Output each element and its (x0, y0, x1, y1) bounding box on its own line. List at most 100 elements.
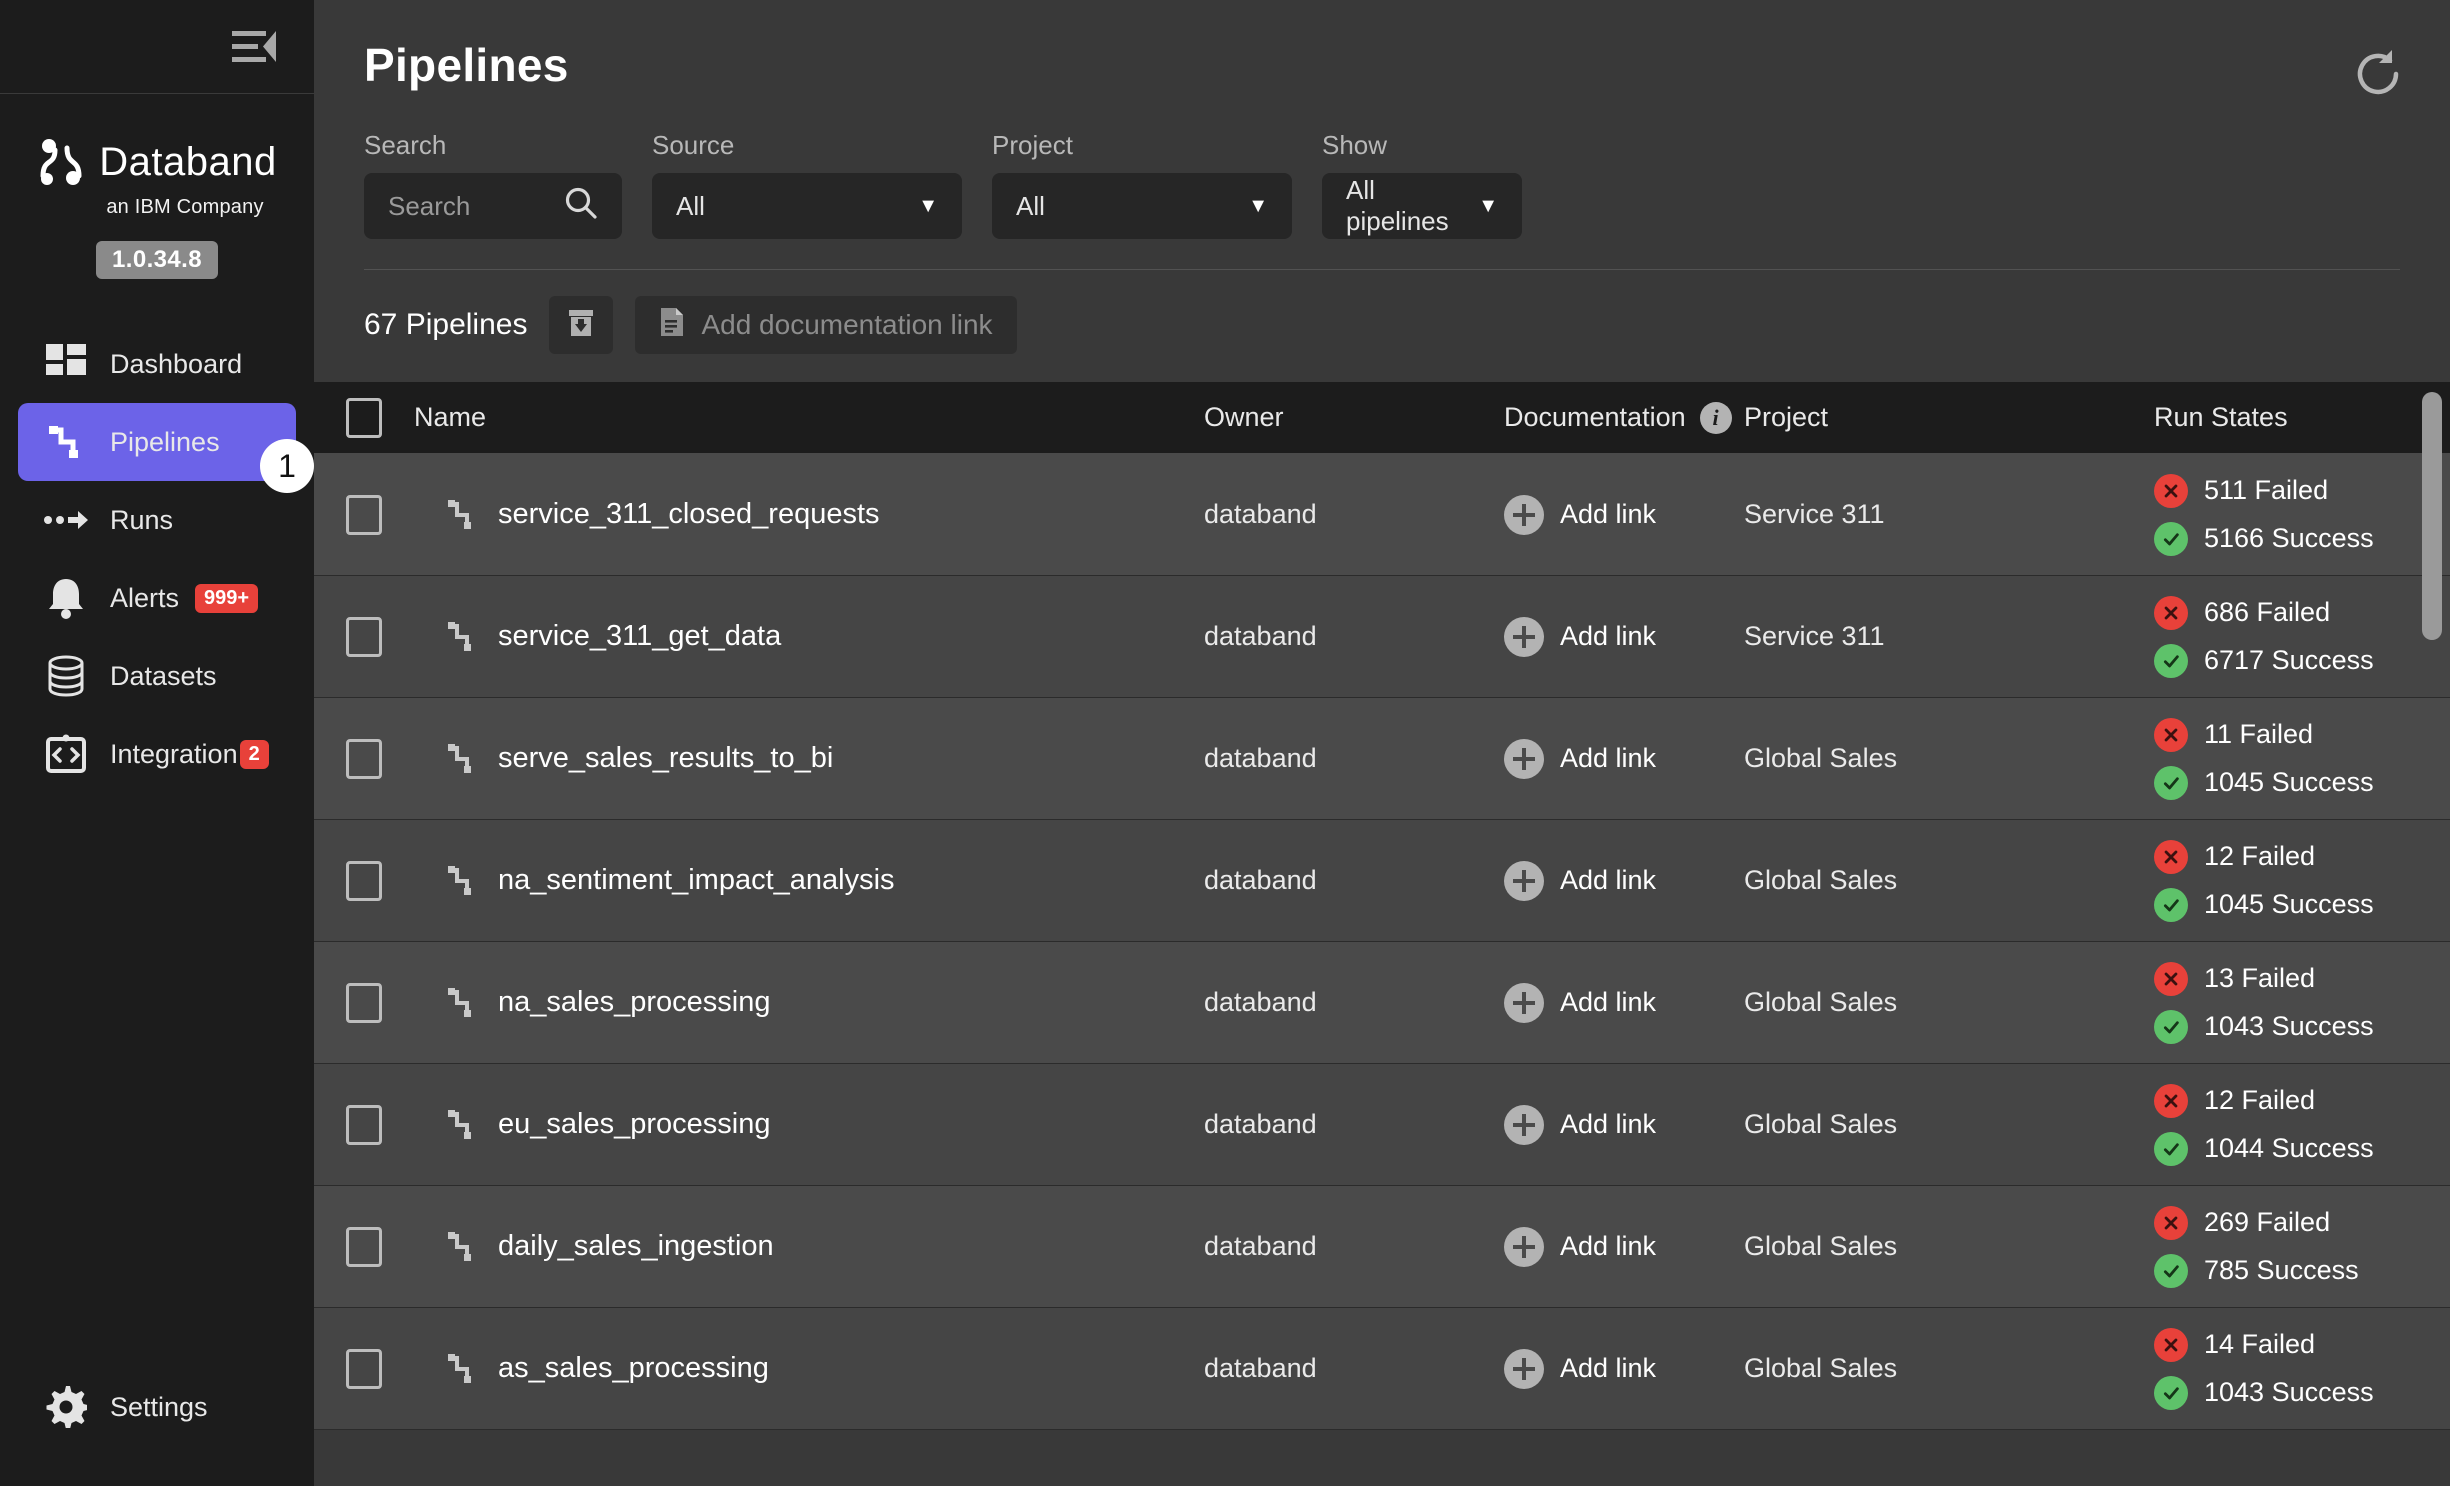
pipeline-icon (444, 618, 478, 656)
plus-icon (1504, 1226, 1544, 1267)
row-project: Service 311 (1744, 621, 1885, 651)
sidebar-item-label: Settings (110, 1391, 208, 1422)
row-name-cell[interactable]: as_sales_processing (414, 1350, 1204, 1388)
run-state-failed: 13 Failed (2154, 961, 2450, 996)
add-link-button[interactable]: Add link (1504, 1348, 1656, 1389)
add-link-button[interactable]: Add link (1504, 494, 1656, 535)
pipelines-count: 67 Pipelines (364, 308, 528, 341)
pipeline-name: daily_sales_ingestion (498, 1230, 774, 1262)
row-checkbox[interactable] (346, 738, 382, 779)
run-state-success: 1044 Success (2154, 1131, 2450, 1166)
sidebar-item-datasets[interactable]: Datasets (18, 637, 296, 715)
success-count: 1044 Success (2204, 1133, 2374, 1163)
column-header-owner[interactable]: Owner (1204, 402, 1504, 433)
row-checkbox[interactable] (346, 982, 382, 1023)
source-select[interactable]: All ▼ (652, 173, 962, 239)
row-run-states: 12 Failed 1045 Success (2144, 839, 2450, 922)
sidebar-item-pipelines[interactable]: Pipelines 1 (18, 403, 314, 493)
column-header-project[interactable]: Project (1744, 402, 2144, 433)
scrollbar-thumb[interactable] (2422, 392, 2442, 640)
table-header-row: Name Owner Documentation i Project Run S… (314, 382, 2450, 454)
brand-row: Databand (37, 136, 276, 188)
row-run-states: 13 Failed 1043 Success (2144, 961, 2450, 1044)
add-link-button[interactable]: Add link (1504, 860, 1656, 901)
column-header-documentation[interactable]: Documentation i (1504, 401, 1744, 434)
sidebar-item-settings[interactable]: Settings (18, 1368, 296, 1446)
row-project: Global Sales (1744, 865, 1898, 895)
plus-icon (1504, 1104, 1544, 1145)
sidebar-item-dashboard[interactable]: Dashboard (18, 325, 296, 403)
table-row[interactable]: serve_sales_results_to_bi databand Add l… (314, 698, 2450, 820)
row-name-cell[interactable]: service_311_closed_requests (414, 496, 1204, 534)
failed-icon (2154, 839, 2188, 874)
failed-count: 13 Failed (2204, 963, 2316, 993)
table-scrollbar[interactable] (2422, 382, 2446, 1486)
row-checkbox[interactable] (346, 1226, 382, 1267)
sidebar-item-runs[interactable]: Runs (18, 481, 296, 559)
plus-icon (1504, 494, 1544, 535)
collapse-menu-icon[interactable] (232, 28, 278, 66)
brand-name: Databand (99, 140, 277, 184)
search-icon[interactable] (564, 186, 598, 227)
add-documentation-link-button[interactable]: Add documentation link (635, 296, 1017, 354)
step-badge-1: 1 (260, 439, 314, 493)
sidebar-item-alerts[interactable]: Alerts 999+ (18, 559, 296, 637)
row-documentation-cell: Add link (1504, 616, 1744, 657)
row-name-cell[interactable]: service_311_get_data (414, 618, 1204, 656)
row-name-cell[interactable]: na_sales_processing (414, 984, 1204, 1022)
sidebar-item-label: Dashboard (110, 348, 243, 379)
success-icon (2154, 521, 2188, 556)
success-icon (2154, 765, 2188, 800)
project-select[interactable]: All ▼ (992, 173, 1292, 239)
row-project: Global Sales (1744, 987, 1898, 1017)
table-row[interactable]: eu_sales_processing databand Add link Gl… (314, 1064, 2450, 1186)
table-row[interactable]: as_sales_processing databand Add link Gl… (314, 1308, 2450, 1430)
failed-count: 11 Failed (2204, 719, 2314, 749)
row-name-cell[interactable]: eu_sales_processing (414, 1106, 1204, 1144)
table-row[interactable]: daily_sales_ingestion databand Add link … (314, 1186, 2450, 1308)
failed-icon (2154, 595, 2188, 630)
row-checkbox[interactable] (346, 860, 382, 901)
row-documentation-cell: Add link (1504, 738, 1744, 779)
sidebar-item-integration[interactable]: Integration 2 (18, 715, 296, 793)
row-checkbox[interactable] (346, 616, 382, 657)
row-checkbox[interactable] (346, 1348, 382, 1389)
plus-icon (1504, 982, 1544, 1023)
info-icon[interactable]: i (1699, 401, 1732, 434)
success-count: 1045 Success (2204, 767, 2374, 797)
row-name-cell[interactable]: daily_sales_ingestion (414, 1228, 1204, 1266)
add-link-button[interactable]: Add link (1504, 616, 1656, 657)
row-checkbox[interactable] (346, 1104, 382, 1145)
row-select-cell (314, 1104, 414, 1145)
brand-block: Databand an IBM Company 1.0.34.8 (0, 94, 314, 279)
pipeline-icon (444, 1106, 478, 1144)
add-link-button[interactable]: Add link (1504, 738, 1656, 779)
failed-icon (2154, 473, 2188, 508)
row-name-cell[interactable]: na_sentiment_impact_analysis (414, 862, 1204, 900)
add-link-button[interactable]: Add link (1504, 1226, 1656, 1267)
row-documentation-cell: Add link (1504, 1104, 1744, 1145)
row-select-cell (314, 616, 414, 657)
add-link-button[interactable]: Add link (1504, 1104, 1656, 1145)
pipeline-name: serve_sales_results_to_bi (498, 742, 834, 774)
export-button[interactable] (549, 296, 614, 354)
row-project: Global Sales (1744, 743, 1898, 773)
column-header-name[interactable]: Name (414, 402, 1204, 433)
sidebar-nav-bottom: Settings (0, 1368, 314, 1446)
table-row[interactable]: service_311_get_data databand Add link S… (314, 576, 2450, 698)
row-checkbox[interactable] (346, 494, 382, 535)
refresh-icon[interactable] (2352, 48, 2404, 100)
select-all-checkbox[interactable] (346, 397, 382, 438)
pipeline-icon (444, 740, 478, 778)
show-select[interactable]: All pipelines ▼ (1322, 173, 1522, 239)
table-row[interactable]: na_sales_processing databand Add link Gl… (314, 942, 2450, 1064)
table-row[interactable]: service_311_closed_requests databand Add… (314, 454, 2450, 576)
add-link-button[interactable]: Add link (1504, 982, 1656, 1023)
success-count: 6717 Success (2204, 645, 2374, 675)
column-header-run-states[interactable]: Run States (2144, 402, 2450, 433)
column-header-documentation-label: Documentation (1504, 402, 1686, 432)
table-row[interactable]: na_sentiment_impact_analysis databand Ad… (314, 820, 2450, 942)
row-name-cell[interactable]: serve_sales_results_to_bi (414, 740, 1204, 778)
row-select-cell (314, 982, 414, 1023)
search-input[interactable]: Search (364, 173, 622, 239)
